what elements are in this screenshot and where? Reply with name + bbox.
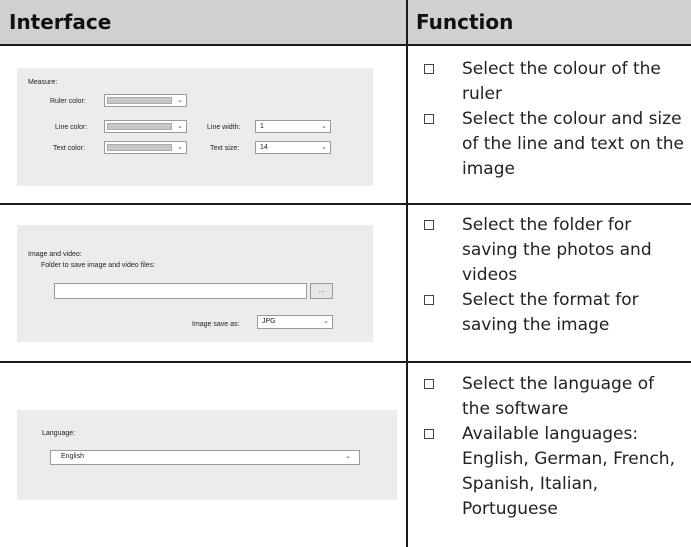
function-item: Select the colour of the ruler (424, 57, 686, 107)
line-width-select[interactable]: 1 ⌄ (255, 120, 331, 133)
checkbox-icon (424, 379, 434, 389)
chevron-down-icon: ⌄ (321, 144, 327, 151)
chevron-down-icon: ⌄ (177, 97, 183, 104)
ruler-color-label: Ruler color: (50, 98, 86, 105)
checkbox-icon (424, 295, 434, 305)
image-format-value: JPG (262, 318, 276, 325)
checkbox-icon (424, 220, 434, 230)
function-list-measure: Select the colour of the ruler Select th… (424, 57, 686, 182)
function-item: Select the colour and size of the line a… (424, 107, 686, 182)
language-select[interactable]: English ⌄ (50, 450, 360, 465)
chevron-down-icon: ⌄ (177, 123, 183, 130)
text-size-label: Text size: (210, 145, 240, 152)
image-format-select[interactable]: JPG ⌄ (257, 315, 333, 329)
folder-label: Folder to save image and video files: (41, 262, 156, 269)
function-item: Select the folder for saving the photos … (424, 213, 686, 288)
line-width-label: Line width: (207, 124, 241, 131)
language-value: English (61, 453, 84, 460)
header-interface: Interface (0, 0, 406, 44)
image-video-settings-panel: Image and video: Folder to save image an… (17, 225, 373, 342)
language-settings-panel: Language: English ⌄ (17, 410, 397, 500)
column-divider (406, 0, 408, 547)
row-divider (0, 361, 691, 363)
text-color-select[interactable]: ⌄ (104, 141, 187, 154)
line-color-label: Line color: (55, 124, 88, 131)
function-list-image-video: Select the folder for saving the photos … (424, 213, 686, 338)
text-color-label: Text color: (53, 145, 85, 152)
header-function: Function (407, 0, 691, 44)
function-list-language: Select the language of the software Avai… (424, 372, 686, 522)
language-section-title: Language: (42, 430, 76, 437)
line-width-value: 1 (260, 123, 264, 130)
line-color-select[interactable]: ⌄ (104, 120, 187, 133)
chevron-down-icon: ⌄ (323, 318, 329, 325)
measure-settings-panel: Measure: Ruler color: ⌄ Line color: ⌄ Te… (17, 68, 373, 186)
checkbox-icon (424, 64, 434, 74)
chevron-down-icon: ⌄ (321, 123, 327, 130)
image-save-as-label: Image save as: (192, 321, 240, 328)
checkbox-icon (424, 429, 434, 439)
row-divider (0, 44, 691, 46)
function-item: Available languages: English, German, Fr… (424, 422, 686, 522)
function-item: Select the format for saving the image (424, 288, 686, 338)
chevron-down-icon: ⌄ (177, 144, 183, 151)
row-divider (0, 203, 691, 205)
browse-folder-button[interactable]: ... (310, 283, 333, 299)
text-size-select[interactable]: 14 ⌄ (255, 141, 331, 154)
measure-section-title: Measure: (28, 79, 58, 86)
checkbox-icon (424, 114, 434, 124)
text-size-value: 14 (260, 144, 268, 151)
folder-path-input[interactable] (54, 283, 307, 299)
function-item: Select the language of the software (424, 372, 686, 422)
chevron-down-icon: ⌄ (345, 453, 351, 460)
ruler-color-select[interactable]: ⌄ (104, 94, 187, 107)
image-video-section-title: Image and video: (28, 251, 82, 258)
